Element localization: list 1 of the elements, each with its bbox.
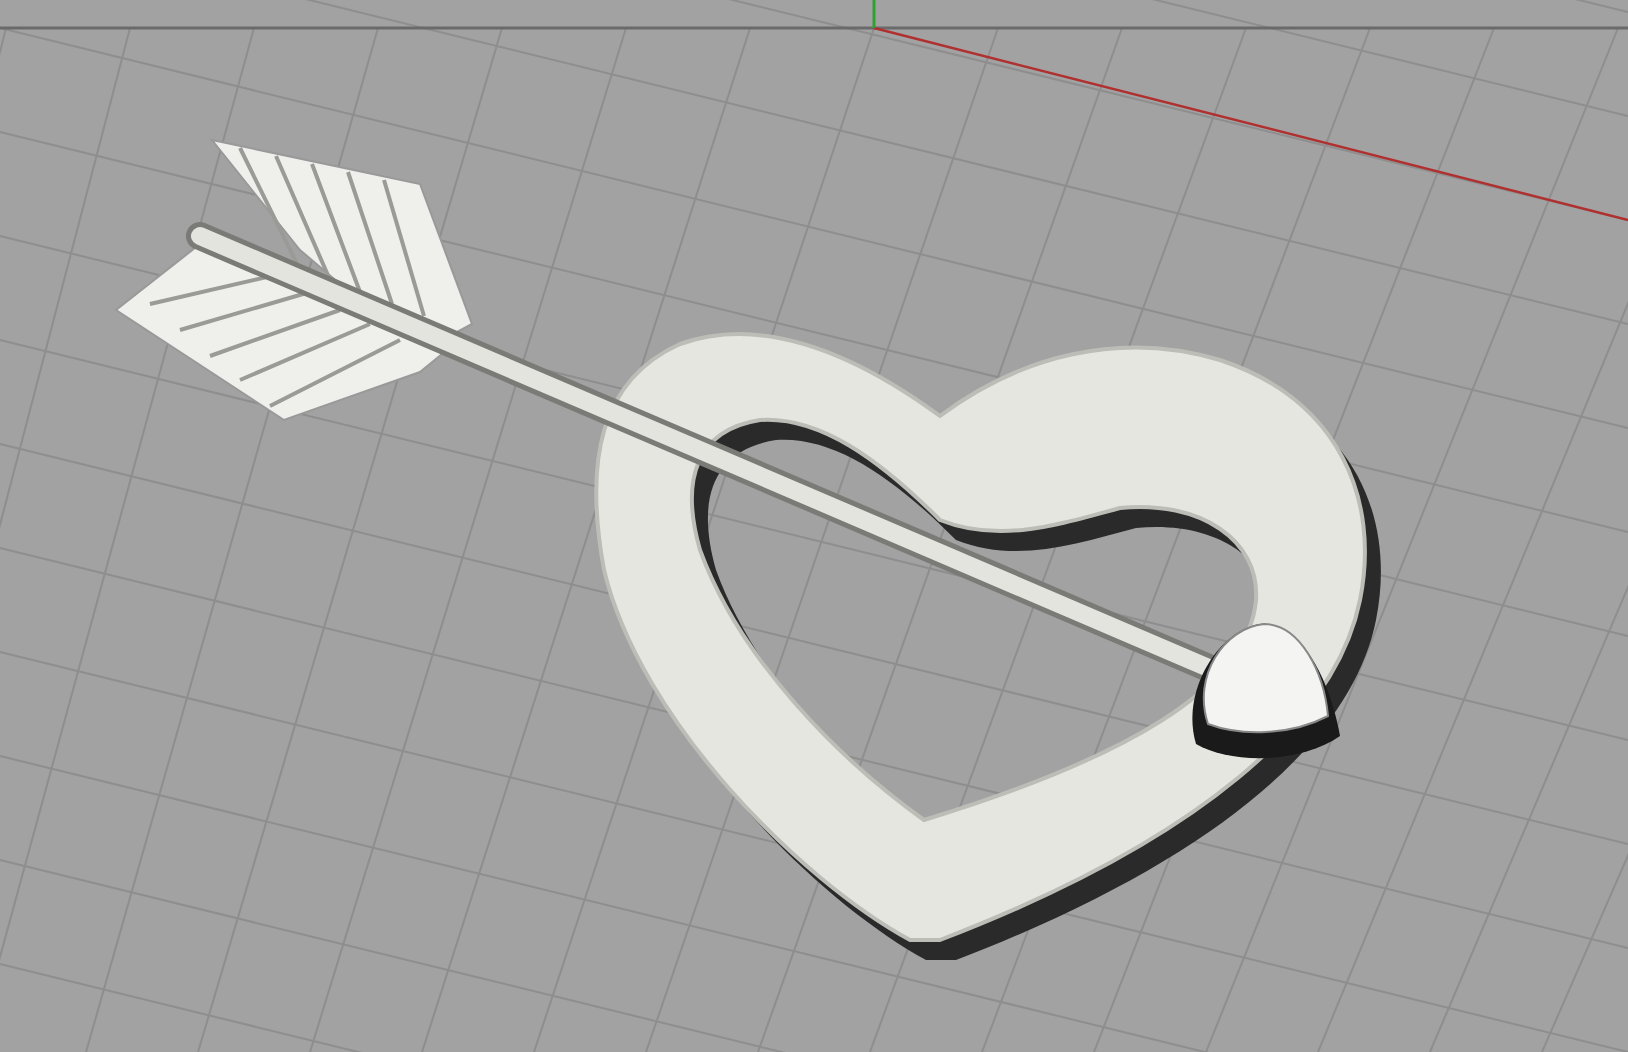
y-axis-line (872, 0, 876, 28)
